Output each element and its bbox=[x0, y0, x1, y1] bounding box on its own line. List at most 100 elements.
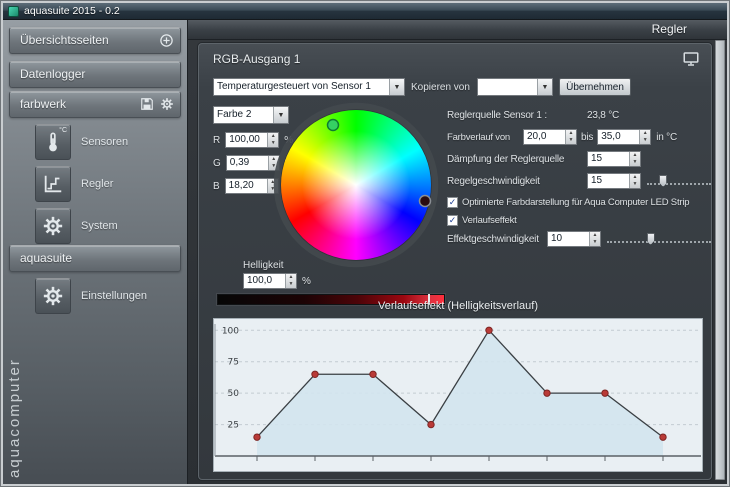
copy-from-label: Kopieren von bbox=[411, 82, 470, 93]
svg-text:75: 75 bbox=[228, 358, 239, 368]
chart-title: Verlaufseffekt (Helligkeitsverlauf) bbox=[213, 300, 703, 312]
speed-label: Regelgeschwindigkeit bbox=[447, 176, 587, 187]
source-label: Reglerquelle Sensor 1 : bbox=[447, 110, 587, 121]
vertical-scrollbar[interactable] bbox=[715, 40, 725, 480]
mode-select-value: Temperaturgesteuert von Sensor 1 bbox=[214, 79, 389, 95]
green-label: G bbox=[213, 158, 221, 169]
effect-speed-slider[interactable] bbox=[607, 232, 711, 246]
gradient-range-row: Farbverlauf von 20,0 ▲▼ bis 35,0 ▲▼ in °… bbox=[447, 128, 711, 146]
panel-title: RGB-Ausgang 1 bbox=[213, 52, 300, 66]
brand-logo: aquacomputer bbox=[6, 268, 23, 478]
sidebar-item-farbwerk[interactable]: farbwerk bbox=[9, 91, 181, 118]
sidebar-item-label: farbwerk bbox=[20, 97, 66, 111]
slider-track bbox=[647, 183, 711, 185]
slider-thumb[interactable] bbox=[647, 233, 655, 245]
chevron-down-icon[interactable]: ▼ bbox=[537, 79, 552, 95]
slider-track bbox=[607, 241, 711, 243]
damping-row: Dämpfung der Reglerquelle 15 ▲▼ bbox=[447, 150, 711, 168]
sidebar-item-label: Datenlogger bbox=[20, 67, 85, 81]
add-page-icon[interactable] bbox=[159, 33, 174, 48]
range-to-input[interactable]: 35,0 ▲▼ bbox=[597, 129, 651, 145]
rgb-output-panel: RGB-Ausgang 1 Temperaturgesteuert von Se… bbox=[198, 43, 712, 480]
effect-speed-label: Effektgeschwindigkeit bbox=[447, 234, 547, 245]
speed-slider[interactable] bbox=[647, 174, 711, 188]
apply-button[interactable]: Übernehmen bbox=[559, 78, 631, 96]
chevron-down-icon[interactable]: ▼ bbox=[389, 79, 404, 95]
spin-down-icon[interactable]: ▼ bbox=[286, 281, 296, 288]
spin-up-icon[interactable]: ▲ bbox=[630, 152, 640, 159]
range-from-input[interactable]: 20,0 ▲▼ bbox=[523, 129, 577, 145]
slider-thumb[interactable] bbox=[659, 175, 667, 187]
sidebar-item-uebersichtsseiten[interactable]: Übersichtsseiten bbox=[9, 27, 181, 54]
sidebar-item-sensoren[interactable]: °C bbox=[35, 124, 71, 160]
spin-up-icon[interactable]: ▲ bbox=[286, 274, 296, 281]
spin-down-icon[interactable]: ▼ bbox=[590, 239, 600, 246]
wheel-handle-green[interactable] bbox=[328, 120, 339, 131]
range-mid-label: bis bbox=[581, 132, 593, 143]
gradient-effect-option[interactable]: ✓ Verlaufseffekt bbox=[447, 212, 711, 228]
blue-label: B bbox=[213, 181, 220, 192]
window-title: aquasuite 2015 - 0.2 bbox=[24, 5, 120, 17]
gradient-effect-label: Verlaufseffekt bbox=[462, 215, 517, 226]
svg-text:50: 50 bbox=[228, 389, 240, 399]
copy-from-select[interactable]: ▼ bbox=[477, 78, 553, 96]
red-label: R bbox=[213, 135, 220, 146]
window-frame: aquasuite 2015 - 0.2 Übersichtsseiten Da… bbox=[1, 1, 729, 486]
sidebar-item-einstellungen[interactable] bbox=[35, 278, 71, 314]
effect-speed-row: Effektgeschwindigkeit 10 ▲▼ bbox=[447, 230, 711, 248]
app-icon bbox=[8, 6, 19, 17]
hue-ring[interactable] bbox=[271, 100, 441, 270]
save-icon[interactable] bbox=[140, 97, 154, 111]
color-slot-value: Farbe 2 bbox=[214, 107, 273, 123]
effect-speed-input[interactable]: 10 ▲▼ bbox=[547, 231, 601, 247]
speed-input[interactable]: 15 ▲▼ bbox=[587, 173, 641, 189]
window-titlebar[interactable]: aquasuite 2015 - 0.2 bbox=[3, 3, 727, 20]
spin-down-icon[interactable]: ▼ bbox=[566, 137, 576, 144]
brightness-label: Helligkeit bbox=[243, 260, 284, 271]
damping-label: Dämpfung der Reglerquelle bbox=[447, 154, 587, 165]
copy-from-value bbox=[478, 79, 537, 95]
source-row: Reglerquelle Sensor 1 : 23,8 °C bbox=[447, 106, 711, 124]
sidebar-item-system-label[interactable]: System bbox=[81, 220, 118, 232]
sidebar-item-datenlogger[interactable]: Datenlogger bbox=[9, 61, 181, 88]
effect-chart: 255075100 bbox=[213, 318, 703, 472]
thermometer-icon bbox=[42, 131, 64, 153]
sidebar-item-regler[interactable] bbox=[35, 166, 71, 202]
damping-input[interactable]: 15 ▲▼ bbox=[587, 151, 641, 167]
sidebar: Übersichtsseiten Datenlogger farbwerk bbox=[3, 20, 188, 484]
celsius-badge: °C bbox=[59, 127, 67, 134]
sidebar-item-aquasuite[interactable]: aquasuite bbox=[9, 245, 181, 272]
spin-up-icon[interactable]: ▲ bbox=[590, 232, 600, 239]
spin-down-icon[interactable]: ▼ bbox=[630, 181, 640, 188]
monitor-icon[interactable] bbox=[681, 50, 701, 68]
sidebar-item-sensoren-label[interactable]: Sensoren bbox=[81, 136, 128, 148]
source-value: 23,8 °C bbox=[587, 110, 619, 121]
led-strip-option[interactable]: ✓ Optimierte Farbdarstellung für Aqua Co… bbox=[447, 194, 711, 210]
spin-up-icon[interactable]: ▲ bbox=[566, 130, 576, 137]
speed-row: Regelgeschwindigkeit 15 ▲▼ bbox=[447, 172, 711, 190]
spin-up-icon[interactable]: ▲ bbox=[640, 130, 650, 137]
brightness-input[interactable]: 100,0 ▲▼ bbox=[243, 273, 297, 289]
page-header: Regler bbox=[188, 20, 727, 40]
sidebar-item-label: Übersichtsseiten bbox=[20, 33, 109, 47]
gear-icon bbox=[42, 285, 64, 307]
led-strip-label: Optimierte Farbdarstellung für Aqua Comp… bbox=[462, 197, 689, 208]
range-unit-label: in °C bbox=[656, 132, 677, 143]
sidebar-item-einstellungen-label[interactable]: Einstellungen bbox=[81, 290, 147, 302]
svg-text:100: 100 bbox=[222, 326, 239, 336]
mode-select[interactable]: Temperaturgesteuert von Sensor 1 ▼ bbox=[213, 78, 405, 96]
brightness-unit: % bbox=[302, 276, 311, 287]
sidebar-item-system[interactable] bbox=[35, 208, 71, 244]
spin-down-icon[interactable]: ▼ bbox=[640, 137, 650, 144]
controller-settings: Reglerquelle Sensor 1 : 23,8 °C Farbverl… bbox=[447, 106, 711, 252]
sidebar-item-label: aquasuite bbox=[20, 251, 72, 265]
spin-down-icon[interactable]: ▼ bbox=[630, 159, 640, 166]
wheel-handle-dark[interactable] bbox=[420, 196, 431, 207]
checkbox[interactable]: ✓ bbox=[447, 197, 458, 208]
main-area: Regler RGB-Ausgang 1 Temperaturgesteuert… bbox=[188, 20, 727, 484]
sidebar-item-regler-label[interactable]: Regler bbox=[81, 178, 113, 190]
checkbox[interactable]: ✓ bbox=[447, 215, 458, 226]
spin-up-icon[interactable]: ▲ bbox=[630, 174, 640, 181]
app-window: aquasuite 2015 - 0.2 Übersichtsseiten Da… bbox=[0, 0, 730, 487]
gear-icon[interactable] bbox=[160, 97, 174, 111]
